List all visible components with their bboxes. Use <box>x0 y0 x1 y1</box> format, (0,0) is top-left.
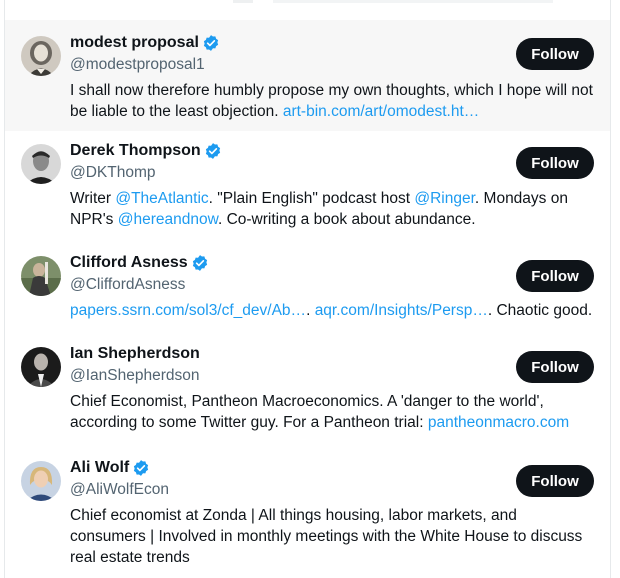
bio-text: Writer <box>70 190 116 207</box>
user-row-dkthomp[interactable]: Derek Thompson @DKThomp Writer @TheAtlan… <box>5 131 610 244</box>
verified-badge-icon <box>132 459 150 477</box>
bio-link[interactable]: @TheAtlantic <box>115 190 208 207</box>
user-row-ianshepherdson[interactable]: Ian Shepherdson @IanShepherdson Chief Ec… <box>5 335 610 449</box>
avatar[interactable] <box>21 144 61 184</box>
verified-badge-icon <box>191 254 209 272</box>
display-name[interactable]: Ian Shepherdson <box>70 343 200 365</box>
bio: papers.ssrn.com/sol3/cf_dev/Ab…. aqr.com… <box>70 300 594 321</box>
follow-button[interactable]: Follow <box>516 147 594 179</box>
user-row-modestproposal[interactable]: modest proposal @modestproposal1 I shall… <box>5 20 610 131</box>
bio: Writer @TheAtlantic. "Plain English" pod… <box>70 188 594 230</box>
verified-badge-icon <box>204 142 222 160</box>
follow-button[interactable]: Follow <box>516 465 594 497</box>
bio-text: . <box>306 302 315 319</box>
avatar[interactable] <box>21 36 61 76</box>
user-info: Ali Wolf @AliWolfEcon Chief economist at… <box>70 457 594 568</box>
display-name[interactable]: Clifford Asness <box>70 252 188 274</box>
display-name[interactable]: Ali Wolf <box>70 457 129 479</box>
bio-text: . Chaotic good. <box>487 302 593 319</box>
user-info: Ian Shepherdson @IanShepherdson Chief Ec… <box>70 343 594 433</box>
list-top-edge <box>5 0 610 20</box>
avatar[interactable] <box>21 256 61 296</box>
user-info: Derek Thompson @DKThomp Writer @TheAtlan… <box>70 140 594 230</box>
bio: Chief economist at Zonda | All things ho… <box>70 505 594 568</box>
bio-link[interactable]: aqr.com/Insights/Persp… <box>315 302 488 319</box>
who-to-follow-list: modest proposal @modestproposal1 I shall… <box>4 0 611 578</box>
user-row-aliwolfecon[interactable]: Ali Wolf @AliWolfEcon Chief economist at… <box>5 449 610 578</box>
bio-text: Chief economist at Zonda | All things ho… <box>70 507 583 566</box>
follow-button[interactable]: Follow <box>516 351 594 383</box>
verified-badge-icon <box>202 34 220 52</box>
bio-link[interactable]: art-bin.com/art/omodest.ht… <box>283 103 479 120</box>
follow-button[interactable]: Follow <box>516 38 594 70</box>
display-name[interactable]: modest proposal <box>70 32 199 54</box>
bio: I shall now therefore humbly propose my … <box>70 80 594 122</box>
bio-link[interactable]: @Ringer <box>414 190 475 207</box>
display-name[interactable]: Derek Thompson <box>70 140 201 162</box>
bio-link[interactable]: papers.ssrn.com/sol3/cf_dev/Ab… <box>70 302 306 319</box>
user-info: modest proposal @modestproposal1 I shall… <box>70 32 594 122</box>
bio-text: . Co-writing a book about abundance. <box>217 211 476 228</box>
avatar[interactable] <box>21 461 61 501</box>
bio-link[interactable]: @hereandnow <box>118 211 218 228</box>
user-row-cliffordasness[interactable]: Clifford Asness @CliffordAsness papers.s… <box>5 244 610 335</box>
avatar[interactable] <box>21 347 61 387</box>
follow-button[interactable]: Follow <box>516 260 594 292</box>
user-info: Clifford Asness @CliffordAsness papers.s… <box>70 252 594 321</box>
bio-link[interactable]: pantheonmacro.com <box>428 414 569 431</box>
bio: Chief Economist, Pantheon Macroeconomics… <box>70 391 594 433</box>
bio-text: . "Plain English" podcast host <box>208 190 415 207</box>
